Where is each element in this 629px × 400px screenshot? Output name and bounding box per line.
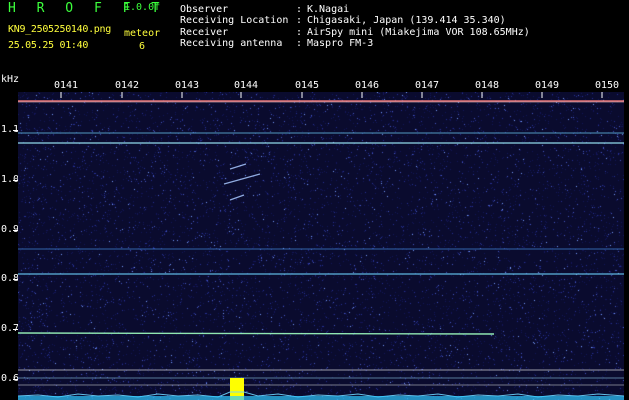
x-tick-label: 0143: [175, 80, 200, 91]
x-tick-label: 0141: [54, 80, 79, 91]
info-receiver-value: AirSpy mini (Miakejima VOR 108.65MHz): [307, 27, 530, 38]
info-observer-label: Observer: [180, 4, 229, 15]
spectrogram-overlay: [18, 92, 624, 400]
info-receiver-colon: :: [296, 27, 303, 38]
x-tick-label: 0145: [295, 80, 320, 91]
info-antenna-label: Receiving antenna: [180, 38, 283, 49]
signal-line: [18, 332, 495, 335]
x-tick-label: 0146: [355, 80, 380, 91]
spectrogram-plot: [18, 92, 624, 400]
x-tick-label: 0148: [475, 80, 500, 91]
info-antenna-colon: :: [296, 38, 303, 49]
info-observer-colon: :: [296, 4, 303, 15]
info-location-value: Chigasaki, Japan (139.414 35.340): [307, 15, 506, 26]
x-tick-label: 0142: [115, 80, 140, 91]
info-location-colon: :: [296, 15, 303, 26]
filename-label: KN9_2505250140.png: [8, 24, 111, 35]
meteor-label: meteor: [124, 28, 161, 39]
y-unit-label: kHz: [1, 74, 20, 85]
x-tick-label: 0150: [595, 80, 620, 91]
x-tick-marks: [60, 92, 603, 98]
meteor-echo: [223, 163, 261, 201]
info-receiver-label: Receiver: [180, 27, 229, 38]
info-antenna-value: Maspro FM-3: [307, 38, 374, 49]
x-tick-label: 0149: [535, 80, 560, 91]
info-location-label: Receiving Location: [180, 15, 289, 26]
x-tick-label: 0147: [415, 80, 440, 91]
datetime-label: 25.05.25 01:40: [8, 40, 89, 51]
meteor-count: 6: [139, 41, 146, 52]
x-tick-label: 0144: [234, 80, 259, 91]
noise-floor-band: [18, 396, 624, 400]
version-label: 1.0.0f: [124, 2, 161, 13]
info-observer-value: K.Nagai: [307, 4, 350, 15]
